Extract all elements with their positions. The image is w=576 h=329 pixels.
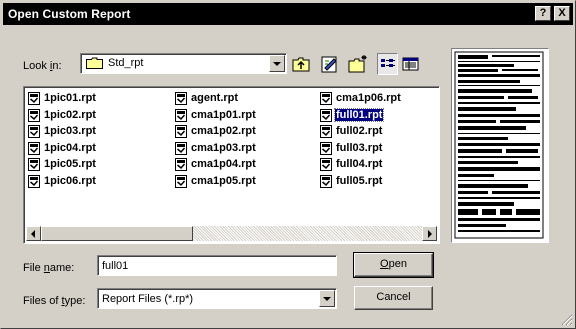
scroll-right-button[interactable]	[422, 226, 437, 241]
open-custom-report-dialog: Open Custom Report ? X Look in: Std_rpt	[0, 0, 576, 329]
file-item-label: 1pic06.rpt	[44, 174, 96, 187]
report-file-icon	[175, 174, 187, 188]
file-item-label: 1pic05.rpt	[44, 158, 96, 170]
favorites-icon	[321, 56, 337, 73]
dialog-title: Open Custom Report	[8, 7, 131, 21]
new-folder-button[interactable]	[347, 53, 369, 75]
file-name-label: File name:	[23, 262, 75, 274]
report-file-icon	[28, 92, 40, 105]
file-item-label: 1pic01.rpt	[44, 92, 96, 104]
file-item-label: full01.rpt	[333, 107, 385, 122]
up-one-level-button[interactable]	[290, 53, 312, 75]
report-file-icon	[175, 158, 187, 171]
report-file-icon	[28, 125, 40, 138]
new-folder-icon	[348, 55, 367, 73]
favorites-button[interactable]	[319, 53, 341, 75]
report-file-icon	[320, 158, 332, 171]
report-preview-image	[454, 51, 544, 239]
help-icon: ?	[539, 7, 547, 19]
report-file-icon	[28, 158, 40, 171]
look-in-label: Look in:	[23, 60, 62, 72]
file-item-label: 1pic03.rpt	[44, 125, 96, 137]
close-icon: X	[558, 7, 566, 19]
report-file-icon	[28, 174, 40, 188]
file-item-label: cma1p05.rpt	[191, 174, 256, 187]
list-view-icon	[381, 59, 395, 67]
title-bar: Open Custom Report ? X	[3, 3, 573, 25]
report-file-icon	[320, 108, 332, 122]
resize-grip-icon[interactable]	[561, 314, 573, 326]
report-file-icon	[175, 141, 187, 155]
report-file-icon	[320, 174, 332, 188]
file-item-label: full04.rpt	[336, 158, 383, 170]
file-name-value[interactable]: full01	[102, 260, 128, 272]
report-file-icon	[320, 125, 332, 138]
report-file-icon	[175, 92, 187, 105]
list-view-button[interactable]	[377, 53, 398, 75]
details-view-icon	[402, 57, 419, 71]
file-item-label: full02.rpt	[336, 125, 383, 137]
folder-icon	[86, 57, 103, 69]
file-item-label: cma1p03.rpt	[191, 141, 256, 154]
scroll-left-button[interactable]	[26, 226, 41, 241]
file-name-input[interactable]: full01	[97, 255, 337, 276]
close-button[interactable]: X	[554, 6, 570, 21]
file-item-label: full03.rpt	[336, 141, 383, 154]
file-item-label: cma1p06.rpt	[336, 92, 401, 104]
open-button[interactable]: Open	[353, 252, 434, 278]
file-item-label: 1pic04.rpt	[44, 141, 96, 154]
look-in-value: Std_rpt	[108, 57, 144, 69]
file-item-label: full05.rpt	[336, 174, 383, 187]
look-in-dropdown-arrow[interactable]	[269, 55, 285, 72]
files-of-type-label: Files of type:	[23, 295, 86, 307]
file-item-label: agent.rpt	[191, 92, 239, 104]
files-of-type-value: Report Files (*.rp*)	[102, 293, 194, 305]
report-file-icon	[175, 125, 187, 138]
file-item-label: cma1p04.rpt	[191, 158, 256, 170]
help-button[interactable]: ?	[535, 6, 551, 21]
details-view-button[interactable]	[400, 53, 421, 75]
look-in-dropdown[interactable]: Std_rpt	[80, 53, 287, 74]
scrollbar-thumb[interactable]	[41, 226, 193, 241]
file-list[interactable]: 1pic01.rpt 1pic02.rpt 1pic03.rpt 1pic04.rpt…	[23, 86, 440, 244]
cancel-button[interactable]: Cancel	[354, 286, 433, 310]
file-item-label: cma1p01.rpt	[191, 108, 256, 121]
file-item-label: cma1p02.rpt	[191, 125, 256, 137]
report-file-icon	[320, 141, 332, 155]
file-item-label: 1pic02.rpt	[44, 108, 96, 121]
report-file-icon	[28, 141, 40, 155]
report-preview-thumbnail	[451, 48, 549, 243]
report-file-icon	[320, 92, 332, 105]
report-file-icon	[28, 108, 40, 122]
files-of-type-dropdown-arrow[interactable]	[319, 290, 335, 307]
report-file-icon	[175, 108, 187, 122]
up-one-level-icon	[292, 57, 310, 72]
files-of-type-dropdown[interactable]: Report Files (*.rp*)	[97, 288, 337, 309]
horizontal-scrollbar[interactable]	[26, 226, 437, 241]
